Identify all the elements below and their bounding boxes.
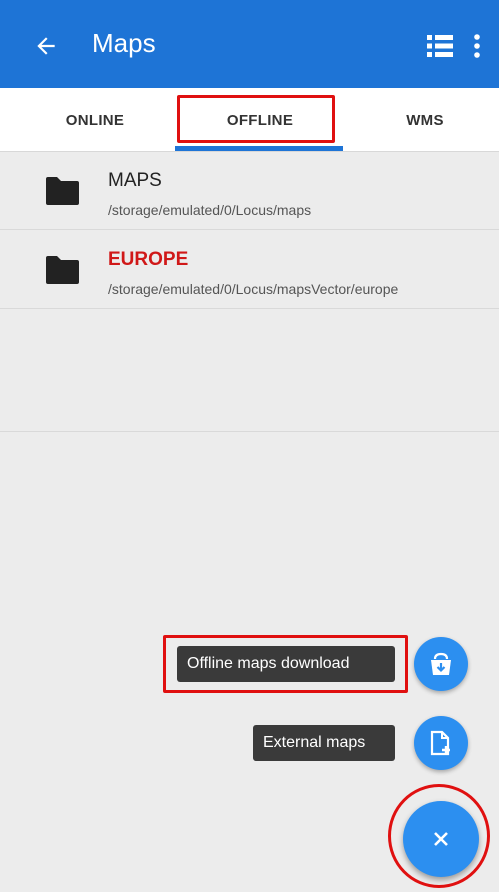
page-title: Maps (92, 28, 156, 58)
maps-screen: Maps ONLINE OFFLINE WMS MAPS /storage/em… (0, 0, 499, 892)
back-button[interactable] (26, 26, 66, 66)
list-item[interactable]: EUROPE /storage/emulated/0/Locus/mapsVec… (0, 231, 499, 309)
add-file-icon (430, 730, 450, 756)
external-maps-label[interactable]: External maps (253, 725, 395, 761)
external-maps-button[interactable] (414, 716, 468, 770)
list-view-button[interactable] (420, 28, 460, 64)
more-options-button[interactable] (462, 28, 492, 64)
offline-maps-download-button[interactable] (414, 637, 468, 691)
list-item[interactable]: MAPS /storage/emulated/0/Locus/maps (0, 152, 499, 230)
highlight-box-offline-download (163, 635, 408, 693)
tab-indicator (175, 146, 343, 151)
folder-path: /storage/emulated/0/Locus/maps (108, 202, 312, 218)
external-maps-text: External maps (263, 734, 366, 751)
more-vert-icon (474, 34, 480, 58)
folder-icon (46, 256, 79, 284)
folder-path: /storage/emulated/0/Locus/mapsVector/eur… (108, 281, 399, 297)
highlight-box-offline-tab (177, 95, 335, 143)
highlight-circle-fab (388, 784, 490, 888)
list-view-icon (427, 35, 453, 57)
tab-online[interactable]: ONLINE (30, 88, 160, 152)
folder-name: MAPS (108, 170, 162, 191)
list-divider (0, 431, 499, 432)
tab-wms[interactable]: WMS (380, 88, 470, 152)
folder-icon (46, 177, 79, 205)
app-bar: Maps (0, 0, 499, 88)
folder-name: EUROPE (108, 249, 189, 270)
shop-download-icon (431, 652, 451, 675)
arrow-left-icon (37, 37, 55, 55)
